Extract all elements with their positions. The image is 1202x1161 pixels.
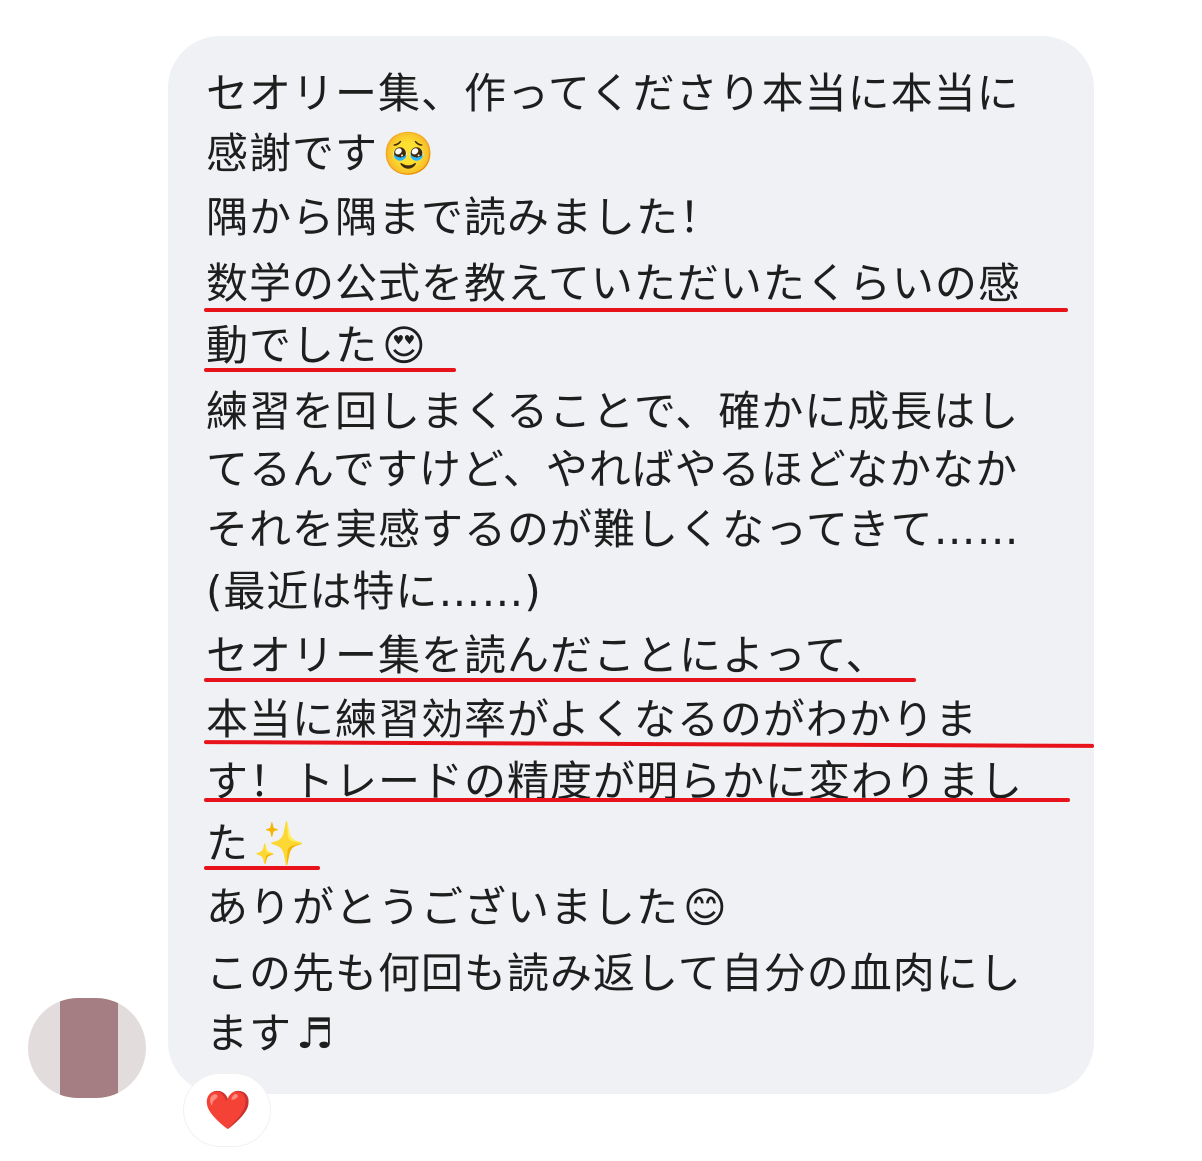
musical-notes-icon: ♬ [296,1009,335,1058]
message-text: 数学の公式を教えていただいたくらいの感 [206,259,1021,308]
message-line: てるんですけど、やればやるほどなかなか [206,440,1018,500]
pleading-face-emoji-icon: 🥹 [382,129,436,178]
message-text: 本当に練習効率がよくなるのがわかりま [206,695,978,744]
message-line: す！トレードの精度が明らかに変わりまし [206,752,1023,812]
message-line: ます♬ [206,1004,335,1064]
message-line: た✨ [206,814,306,874]
message-text: てるんですけど、やればやるほどなかなか [206,445,1018,494]
heart-icon: ❤️ [204,1088,252,1132]
heart-eyes-emoji-icon: 😍 [382,321,427,370]
highlight-underline [204,678,916,682]
message-line: 練習を回しまくることで、確かに成長はし [206,382,1019,442]
message-text: た [206,819,250,868]
message-text: 動でした [206,321,379,370]
highlight-underline [204,866,320,870]
highlight-underline [204,308,1068,312]
message-text: 感謝です [206,129,379,178]
highlight-underline [204,798,1070,802]
avatar-image [60,998,118,1098]
message-line: 感謝です🥹 [206,124,435,184]
message-text: 隅から隅まで読みました！ [206,193,723,242]
message-text: 練習を回しまくることで、確かに成長はし [206,387,1020,436]
message-line: 動でした😍 [206,316,427,376]
message-line: ありがとうございました😊 [206,878,728,938]
message-text: それを実感するのが難しくなってきて…… [206,505,1020,554]
message-line: 隅から隅まで読みました！ [206,188,722,248]
message-line: それを実感するのが難しくなってきて…… [206,500,1020,560]
message-line: (最近は特に……) [206,562,542,622]
message-line: 数学の公式を教えていただいたくらいの感 [206,254,1021,314]
message-text: ありがとうございました [206,883,680,932]
message-text: セオリー集、作ってくださり本当に本当に [206,69,1020,118]
message-line: この先も何回も読み返して自分の血肉にし [206,944,1022,1004]
avatar[interactable] [28,998,146,1098]
message-text: ます [206,1009,293,1058]
reaction-badge[interactable]: ❤️ [184,1074,270,1146]
smiling-face-emoji-icon: 😊 [683,883,728,932]
message-line: セオリー集、作ってくださり本当に本当に [206,64,1020,124]
highlight-underline [204,368,456,372]
message-text: (最近は特に……) [206,567,542,616]
sparkles-emoji-icon: ✨ [253,819,307,868]
message-text: セオリー集を読んだことによって、 [206,631,889,680]
message-text: この先も何回も読み返して自分の血肉にし [206,949,1022,998]
message-line: セオリー集を読んだことによって、 [206,626,889,686]
